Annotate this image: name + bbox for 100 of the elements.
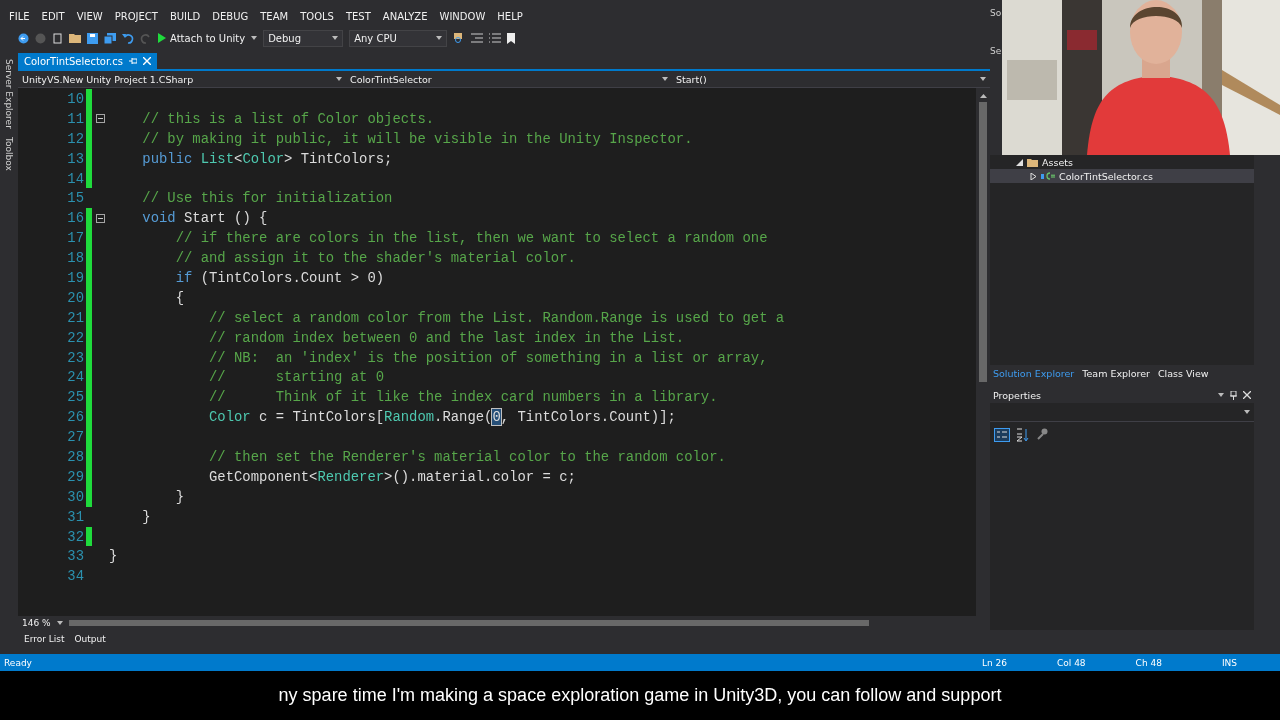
line-number: 23 — [66, 349, 84, 366]
menu-item[interactable]: FILE — [4, 11, 37, 22]
line-number: 26 — [66, 409, 84, 426]
line-number: 10 — [66, 90, 84, 107]
navigation-dropdown[interactable]: UnityVS.New Unity Project 1.CSharp — [18, 73, 346, 85]
configuration-dropdown[interactable]: Debug — [263, 29, 344, 47]
caret-icon — [251, 36, 258, 40]
menu-item[interactable]: TEST — [340, 11, 378, 22]
code-line: GetComponent<Renderer>().material.color = c; — [208, 468, 576, 485]
wrench-icon[interactable] — [1036, 427, 1048, 440]
code-line: } — [174, 488, 185, 505]
line-indicator: Ln 26 — [981, 657, 1007, 668]
navigation-dropdown[interactable]: ColorTintSelector — [346, 73, 672, 85]
comment-icon[interactable] — [489, 33, 502, 43]
folder-icon — [1027, 157, 1038, 167]
line-number: 31 — [66, 508, 84, 525]
line-number: 14 — [66, 170, 84, 187]
save-all-icon[interactable] — [104, 32, 116, 44]
side-tab[interactable]: Server Explorer — [4, 59, 14, 129]
close-icon[interactable] — [1243, 391, 1251, 399]
line-number: 15 — [66, 190, 84, 207]
tree-item-label: ColorTintSelector.cs — [1059, 170, 1154, 182]
panel-title: Properties — [993, 389, 1041, 401]
line-number: 27 — [66, 429, 84, 446]
panel-tab[interactable]: Solution Explorer — [993, 367, 1075, 379]
code-line: if (TintColors.Count > 0) — [174, 269, 385, 286]
scroll-up-icon[interactable] — [979, 94, 987, 98]
line-number: 19 — [66, 269, 84, 286]
vertical-scrollbar[interactable] — [976, 88, 990, 616]
line-number: 17 — [66, 230, 84, 247]
code-line: Color c = TintColors[Random.Range(0, TintColors.Count)]; — [208, 409, 676, 426]
line-number: 16 — [66, 210, 84, 227]
sort-icon[interactable] — [1016, 427, 1030, 442]
line-number: 32 — [66, 528, 84, 545]
tree-item[interactable]: Assets — [990, 155, 1254, 169]
categorized-icon[interactable] — [994, 427, 1010, 442]
csharp-file-icon — [1041, 172, 1055, 180]
bottom-tab[interactable]: Output — [74, 634, 106, 644]
panel-tab[interactable]: Team Explorer — [1082, 367, 1150, 379]
back-icon[interactable] — [18, 32, 29, 44]
char-indicator: Ch 48 — [1135, 657, 1162, 668]
expanded-arrow-icon[interactable] — [1016, 158, 1023, 166]
line-number: 33 — [66, 548, 84, 565]
code-line: // NB: an 'index' is the position of something in a list or array, — [208, 349, 768, 366]
column-indicator: Col 48 — [1057, 657, 1086, 668]
platform-dropdown[interactable]: Any CPU — [349, 29, 448, 47]
navigation-dropdown[interactable]: Start() — [672, 73, 990, 85]
code-line: // select a random color from the List. Random.Range is used to get a — [208, 309, 785, 326]
menu-item[interactable]: DEBUG — [207, 11, 256, 22]
side-tab[interactable]: Toolbox — [4, 136, 14, 171]
line-number: 34 — [66, 568, 84, 585]
new-item-icon[interactable] — [52, 32, 63, 44]
code-line: // then set the Renderer's material color to the random color. — [208, 448, 726, 465]
save-icon[interactable] — [87, 32, 98, 44]
menu-item[interactable]: HELP — [492, 11, 530, 22]
line-number: 28 — [66, 448, 84, 465]
line-number: 21 — [66, 309, 84, 326]
search-field[interactable]: Se — [990, 46, 1002, 56]
collapse-icon[interactable] — [96, 213, 105, 223]
tree-item[interactable]: ColorTintSelector.cs — [990, 169, 1254, 183]
menu-item[interactable]: TOOLS — [295, 11, 341, 22]
caret-icon — [980, 77, 986, 81]
undo-icon[interactable] — [122, 32, 134, 44]
menu-item[interactable]: WINDOW — [434, 11, 493, 22]
line-number: 13 — [66, 150, 84, 167]
caret-icon — [56, 621, 63, 625]
code-line: // Think of it like the index card numbers in a library. — [208, 389, 718, 406]
attach-button[interactable]: Attach to Unity — [158, 32, 246, 44]
pin-icon[interactable] — [1230, 390, 1237, 400]
line-number: 11 — [66, 110, 84, 127]
play-icon — [158, 33, 166, 43]
line-number: 30 — [66, 488, 84, 505]
line-number: 25 — [66, 389, 84, 406]
code-line: // and assign it to the shader's material color. — [174, 250, 576, 267]
caret-icon — [332, 36, 339, 40]
collapsed-arrow-icon[interactable] — [1030, 172, 1037, 180]
collapse-icon[interactable] — [96, 114, 105, 124]
menu-item[interactable]: VIEW — [71, 11, 110, 22]
zoom-level[interactable]: 146 % — [22, 618, 51, 628]
insert-mode: INS — [1221, 657, 1237, 668]
line-number: 18 — [66, 250, 84, 267]
menu-item[interactable]: BUILD — [164, 11, 208, 22]
caret-icon — [336, 77, 342, 81]
folder-icon[interactable] — [69, 33, 81, 43]
code-line: // if there are colors in the list, then we want to select a random one — [174, 230, 768, 247]
caret-icon — [1218, 393, 1224, 397]
menu-item[interactable]: PROJECT — [109, 11, 165, 22]
bottom-tab[interactable]: Error List — [24, 634, 65, 644]
code-line: } — [141, 508, 151, 525]
menu-item[interactable]: EDIT — [36, 11, 72, 22]
indent-icon[interactable] — [471, 33, 484, 43]
subtitle-text: ny spare time I'm making a space exploration game in Unity3D, you can follow and support — [278, 685, 1002, 706]
bookmark-icon[interactable] — [507, 32, 516, 44]
code-line: // by making it public, it will be visible in the Unity Inspector. — [141, 130, 693, 147]
status-text: Ready — [4, 657, 32, 668]
menu-item[interactable]: ANALYZE — [377, 11, 435, 22]
panel-tab[interactable]: Class View — [1157, 367, 1209, 379]
code-line: // starting at 0 — [208, 369, 385, 386]
menu-item[interactable]: TEAM — [255, 11, 296, 22]
tree-item-label: Assets — [1042, 156, 1073, 168]
